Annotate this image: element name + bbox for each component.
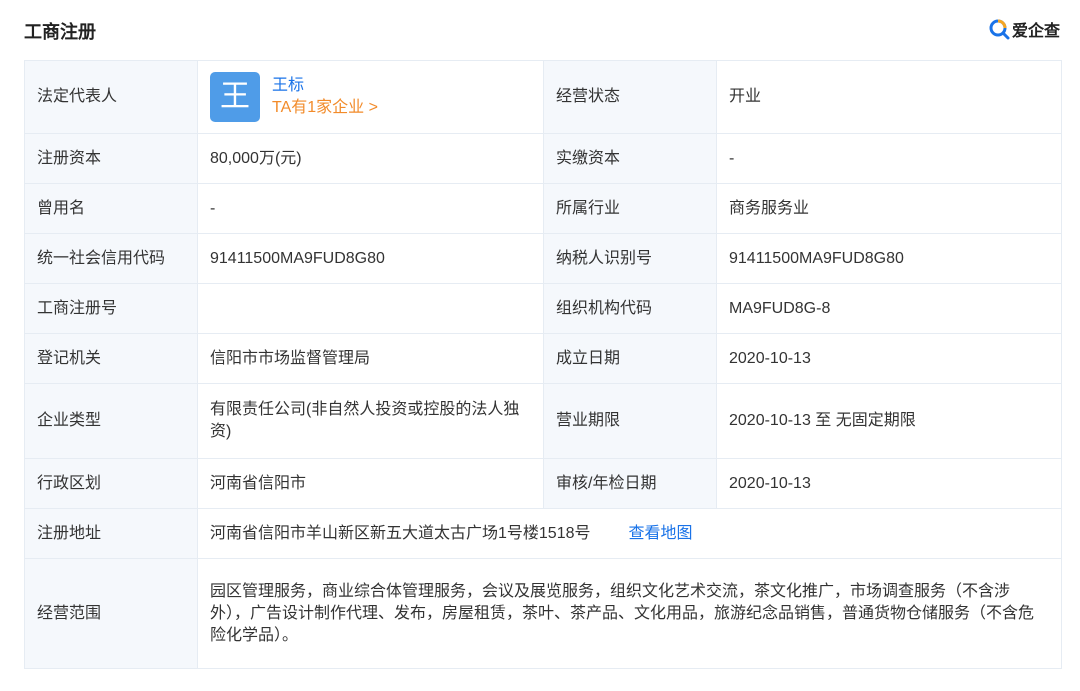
row-value: 有限责任公司(非自然人投资或控股的法人独资): [197, 383, 544, 459]
table-row: 注册地址 河南省信阳市羊山新区新五大道太古广场1号楼1518号 查看地图: [24, 508, 1062, 559]
row-label: 注册资本: [24, 133, 198, 184]
table-row: 登记机关 信阳市市场监督管理局 成立日期 2020-10-13: [24, 333, 1062, 384]
table-row: 注册资本 80,000万(元) 实缴资本 -: [24, 133, 1062, 184]
table-row: 法定代表人 王 王标 TA有1家企业 > 经营状态 开业: [24, 60, 1062, 134]
row-label: 统一社会信用代码: [24, 233, 198, 284]
row-value: -: [197, 183, 544, 234]
table-row: 工商注册号 组织机构代码 MA9FUD8G-8: [24, 283, 1062, 334]
search-magnifier-icon: [989, 19, 1010, 40]
row-label: 营业期限: [543, 383, 717, 459]
row-value: 91411500MA9FUD8G80: [197, 233, 544, 284]
table-row: 企业类型 有限责任公司(非自然人投资或控股的法人独资) 营业期限 2020-10…: [24, 383, 1062, 459]
row-label: 曾用名: [24, 183, 198, 234]
row-value: 80,000万(元): [197, 133, 544, 184]
row-label: 纳税人识别号: [543, 233, 717, 284]
row-value: 2020-10-13 至 无固定期限: [716, 383, 1062, 459]
row-label: 工商注册号: [24, 283, 198, 334]
brand-name: 爱企查: [1011, 23, 1060, 40]
scope-label: 经营范围: [24, 558, 198, 669]
table-row: 统一社会信用代码 91411500MA9FUD8G80 纳税人识别号 91411…: [24, 233, 1062, 284]
status-value: 开业: [716, 60, 1062, 134]
legal-rep-label: 法定代表人: [24, 60, 198, 134]
table-row: 行政区划 河南省信阳市 审核/年检日期 2020-10-13: [24, 458, 1062, 509]
row-label: 企业类型: [24, 383, 198, 459]
row-value: -: [716, 133, 1062, 184]
row-label: 审核/年检日期: [543, 458, 717, 509]
row-value: 河南省信阳市: [197, 458, 544, 509]
row-value: 信阳市市场监督管理局: [197, 333, 544, 384]
row-value: 91411500MA9FUD8G80: [716, 233, 1062, 284]
view-map-link[interactable]: 查看地图: [629, 525, 693, 542]
avatar[interactable]: 王: [210, 72, 260, 122]
legal-rep-cell: 王 王标 TA有1家企业 >: [197, 60, 544, 134]
row-label: 组织机构代码: [543, 283, 717, 334]
section-header: 工商注册 爱企查: [24, 14, 1060, 46]
address-label: 注册地址: [24, 508, 198, 559]
legal-rep-name-link[interactable]: 王标: [272, 75, 378, 97]
brand-logo[interactable]: 爱企查: [988, 16, 1060, 42]
row-label: 登记机关: [24, 333, 198, 384]
row-label: 成立日期: [543, 333, 717, 384]
row-label: 所属行业: [543, 183, 717, 234]
row-value: 2020-10-13: [716, 333, 1062, 384]
scope-value: 园区管理服务，商业综合体管理服务，会议及展览服务，组织文化艺术交流，茶文化推广，…: [197, 558, 1062, 669]
related-companies-link[interactable]: TA有1家企业 >: [272, 97, 378, 119]
row-value: 商务服务业: [716, 183, 1062, 234]
row-value: [197, 283, 544, 334]
row-label: 实缴资本: [543, 133, 717, 184]
status-label: 经营状态: [543, 60, 717, 134]
address-cell: 河南省信阳市羊山新区新五大道太古广场1号楼1518号 查看地图: [197, 508, 1062, 559]
registration-table: 法定代表人 王 王标 TA有1家企业 > 经营状态 开业 注册资本 80,000…: [24, 60, 1062, 669]
address-value: 河南省信阳市羊山新区新五大道太古广场1号楼1518号: [210, 524, 591, 542]
row-value: 2020-10-13: [716, 458, 1062, 509]
table-row: 曾用名 - 所属行业 商务服务业: [24, 183, 1062, 234]
row-value: MA9FUD8G-8: [716, 283, 1062, 334]
page-title: 工商注册: [24, 22, 96, 42]
table-row: 经营范围 园区管理服务，商业综合体管理服务，会议及展览服务，组织文化艺术交流，茶…: [24, 558, 1062, 669]
row-label: 行政区划: [24, 458, 198, 509]
